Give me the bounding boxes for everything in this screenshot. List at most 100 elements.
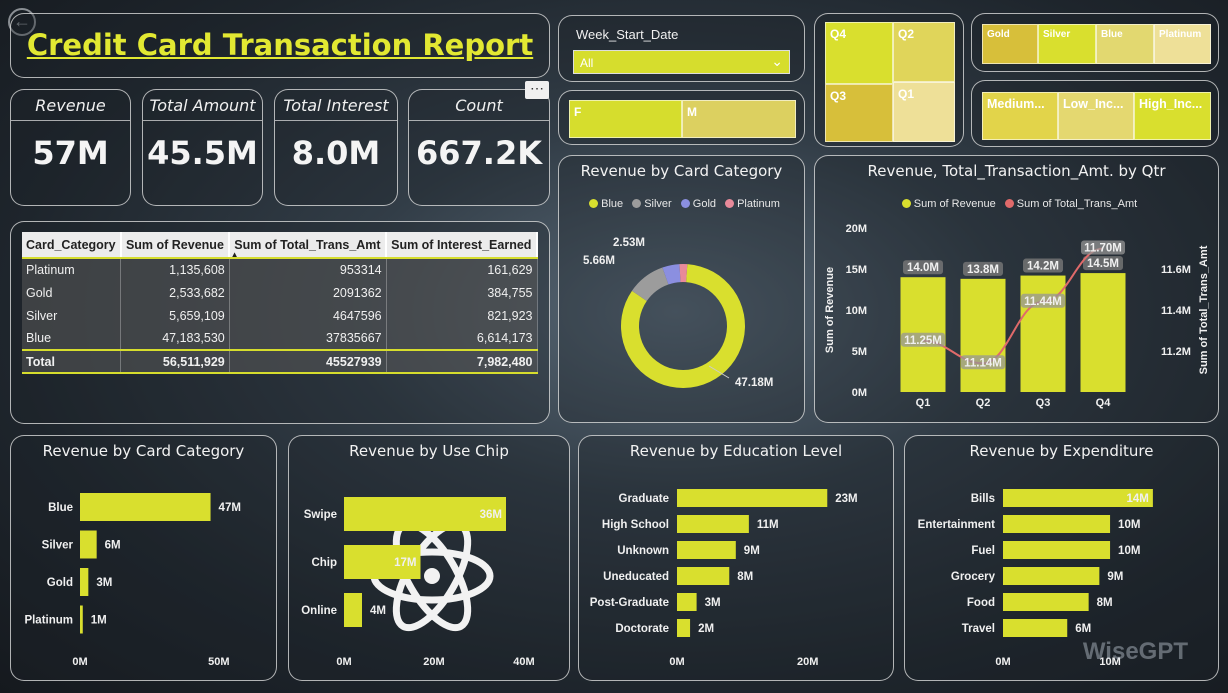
category-label: Blue xyxy=(48,502,73,514)
bar-chart-card-category[interactable]: Blue 47M Silver 6M Gold 3M Platinum 1M 0M 50M xyxy=(11,436,278,682)
combo-chart[interactable]: 0M 5M 10M 15M 20M 11.2M 11.4M 11.6M Sum of Reven… xyxy=(815,156,1220,424)
table-cell: 953314 xyxy=(229,258,387,281)
tile-label: Q3 xyxy=(830,89,847,103)
tile-label: Q1 xyxy=(898,87,915,101)
y-tick-label: 20M xyxy=(846,223,867,235)
more-options-button[interactable]: ⋯ xyxy=(525,81,549,99)
table-row: Silver 5,659,109 4647596 821,923 xyxy=(22,304,538,327)
x-tick-label: 0M xyxy=(669,656,684,668)
quarter-slicer-panel: Q4 Q2 Q3 Q1 xyxy=(814,13,964,147)
donut-chart[interactable]: 47.18M 5.66M 2.53M xyxy=(559,156,806,424)
column-header-label: Sum of Total_Trans_Amt xyxy=(234,237,381,252)
table-cell: 161,629 xyxy=(386,258,538,281)
table-cell: 2,533,682 xyxy=(120,281,230,304)
kpi-value: 57M xyxy=(32,134,109,172)
table-total-row: Total 56,511,929 45527939 7,982,480 xyxy=(22,349,538,374)
table-cell: 37835667 xyxy=(229,327,387,350)
bar xyxy=(1080,273,1126,392)
data-label: 14.2M xyxy=(1027,261,1059,273)
data-label: 3M xyxy=(705,597,721,609)
table-cell: Total xyxy=(22,349,122,374)
card-tile-silver[interactable]: Silver xyxy=(1038,24,1096,64)
tile-label: Silver xyxy=(1043,29,1071,40)
gender-slicer-panel: F M xyxy=(558,90,805,145)
income-tile-low[interactable]: Low_Inc... xyxy=(1058,92,1134,140)
table-cell: 821,923 xyxy=(386,304,538,327)
data-label: 9M xyxy=(744,545,760,557)
bar xyxy=(80,568,89,596)
card-tile-blue[interactable]: Blue xyxy=(1096,24,1154,64)
category-label: Bills xyxy=(971,493,995,505)
table-row: Blue 47,183,530 37835667 6,614,173 xyxy=(22,327,538,350)
category-label: Fuel xyxy=(971,545,995,557)
card-category-table: Card_Category Sum of Revenue Sum of Tota… xyxy=(22,232,538,374)
bar-chart-use-chip[interactable]: Swipe 36M Chip 17M Online 4M 0M 20M 40M xyxy=(289,436,571,682)
table-header-row: Card_Category Sum of Revenue Sum of Tota… xyxy=(22,232,538,259)
card-tile-gold[interactable]: Gold xyxy=(982,24,1038,64)
gender-tile-f[interactable]: F xyxy=(569,100,682,138)
donut-chart-panel: Revenue by Card Category Blue Silver Gol… xyxy=(558,155,805,423)
income-tile-high[interactable]: High_Inc... xyxy=(1134,92,1211,140)
data-label: 14.0M xyxy=(907,262,939,274)
category-label: Post-Graduate xyxy=(590,597,669,609)
table-cell: Platinum xyxy=(22,258,122,281)
table-cell: 2091362 xyxy=(229,281,387,304)
data-label: 47M xyxy=(219,502,241,514)
data-label: 1M xyxy=(91,615,107,627)
category-label: Travel xyxy=(962,623,995,635)
data-label: 2.53M xyxy=(613,237,645,249)
column-header[interactable]: Card_Category xyxy=(22,232,122,259)
category-label: Silver xyxy=(42,540,74,552)
data-label: 8M xyxy=(737,571,753,583)
combo-chart-panel: Revenue, Total_Transaction_Amt. by Qtr S… xyxy=(814,155,1219,423)
x-tick-label: 40M xyxy=(513,656,534,668)
x-tick-label: 50M xyxy=(208,656,229,668)
data-label: 3M xyxy=(96,577,112,589)
y-tick-label: 10M xyxy=(846,305,867,317)
card-tile-platinum[interactable]: Platinum xyxy=(1154,24,1211,64)
data-label: 11.70M xyxy=(1084,243,1122,255)
week-start-date-dropdown[interactable]: All ⌄ xyxy=(573,50,790,74)
x-tick-label: 20M xyxy=(423,656,444,668)
kpi-value: 45.5M xyxy=(147,134,258,172)
quarter-tile-q3[interactable]: Q3 xyxy=(825,84,893,142)
table-cell: 4647596 xyxy=(229,304,387,327)
bar-chart-expenditure-panel: Revenue by Expenditure Bills 14M Entertain… xyxy=(904,435,1219,681)
table-cell: Silver xyxy=(22,304,122,327)
kpi-value: 8.0M xyxy=(291,134,381,172)
column-header[interactable]: Sum of Interest_Earned xyxy=(386,232,538,259)
category-label: Uneducated xyxy=(603,571,669,583)
quarter-tile-q2[interactable]: Q2 xyxy=(893,22,955,82)
column-header[interactable]: Sum of Revenue xyxy=(120,232,231,259)
data-label: 10M xyxy=(1118,519,1140,531)
bar xyxy=(80,493,211,521)
table-cell: 7,982,480 xyxy=(386,349,538,374)
category-label: Platinum xyxy=(24,615,73,627)
bar-chart-education[interactable]: Graduate 23M High School 11M Unknown 9M Uneduc… xyxy=(579,436,895,682)
quarter-tile-q4[interactable]: Q4 xyxy=(825,22,893,84)
category-label: Entertainment xyxy=(918,519,995,531)
bar-chart-card-category-panel: Revenue by Card Category Blue 47M Silver 6M… xyxy=(10,435,277,681)
y-tick-label: 15M xyxy=(846,264,867,276)
x-tick-label: 20M xyxy=(797,656,818,668)
kpi-label: Total Interest xyxy=(283,96,389,115)
title-panel: Credit Card Transaction Report xyxy=(10,13,550,78)
column-header[interactable]: Sum of Total_Trans_Amt ▲ xyxy=(229,232,388,259)
tile-label: Low_Inc... xyxy=(1063,97,1124,111)
category-label: Chip xyxy=(311,557,337,569)
chevron-down-icon: ⌄ xyxy=(771,53,783,69)
data-label: 6M xyxy=(105,540,121,552)
table-cell: 384,755 xyxy=(386,281,538,304)
tile-label: Q4 xyxy=(830,27,847,41)
table-cell: 1,135,608 xyxy=(120,258,230,281)
data-label: 11.25M xyxy=(904,335,942,347)
kpi-card-revenue: Revenue 57M xyxy=(10,89,131,206)
income-tile-medium[interactable]: Medium... xyxy=(982,92,1058,140)
data-label: 13.8M xyxy=(967,264,999,276)
y2-axis-title: Sum of Total_Trans_Amt xyxy=(1198,245,1210,374)
quarter-tile-q1[interactable]: Q1 xyxy=(893,82,955,142)
slicer-label: Week_Start_Date xyxy=(576,27,679,42)
y-tick-label: 0M xyxy=(852,387,867,399)
gender-tile-m[interactable]: M xyxy=(682,100,796,138)
data-label: 23M xyxy=(835,493,857,505)
